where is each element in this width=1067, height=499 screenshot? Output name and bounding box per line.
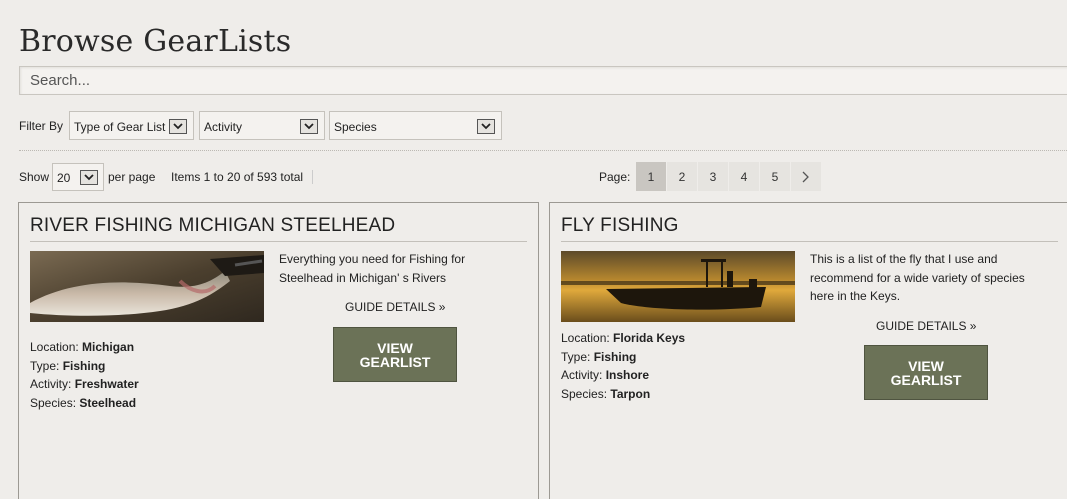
boat-sunset-photo[interactable]	[561, 251, 795, 322]
activity-value: Inshore	[605, 368, 650, 383]
species-select[interactable]: Species	[329, 111, 502, 140]
divider	[19, 150, 1067, 151]
species-value: Species	[334, 120, 377, 134]
pagination: 1 2 3 4 5	[636, 162, 822, 191]
guide-details-link[interactable]: GUIDE DETAILS »	[876, 319, 976, 333]
button-label: VIEW	[377, 340, 413, 356]
button-label: GEARLIST	[359, 354, 431, 370]
per-page-label: per page	[108, 170, 156, 184]
per-page-select[interactable]: 20	[52, 163, 104, 191]
location-label: Location:	[30, 340, 79, 354]
type-of-gear-list-value: Type of Gear List	[74, 120, 166, 134]
card-title[interactable]: RIVER FISHING MICHIGAN STEELHEAD	[30, 215, 395, 237]
location-label: Location:	[561, 331, 610, 345]
activity-value: Activity	[204, 120, 243, 134]
card-description: This is a list of the fly that I use and…	[810, 252, 1025, 303]
show-label: Show	[19, 170, 50, 184]
view-gearlist-button[interactable]: VIEW GEARLIST	[864, 345, 988, 400]
card-meta: Location: Michigan Type: Fishing Activit…	[30, 338, 139, 413]
gearlist-card: RIVER FISHING MICHIGAN STEELHEAD Everyth…	[18, 202, 539, 499]
page-3-button[interactable]: 3	[698, 162, 728, 191]
page-title: Browse GearLists	[19, 24, 292, 59]
species-value: Tarpon	[610, 387, 651, 402]
chevron-down-icon[interactable]	[80, 170, 98, 185]
activity-select[interactable]: Activity	[199, 111, 325, 140]
card-meta: Location: Florida Keys Type: Fishing Act…	[561, 329, 685, 404]
filter-label: Filter By	[19, 119, 64, 133]
type-label: Type:	[561, 349, 591, 364]
location-value: Michigan	[82, 340, 135, 354]
search-box[interactable]	[19, 66, 1067, 95]
page-label: Page:	[599, 170, 631, 184]
type-value: Fishing	[593, 349, 637, 364]
species-label: Species:	[30, 396, 77, 411]
page-5-button[interactable]: 5	[760, 162, 790, 191]
button-label: VIEW	[908, 358, 944, 374]
page-2-button[interactable]: 2	[667, 162, 697, 191]
chevron-down-icon[interactable]	[477, 119, 495, 134]
button-label: GEARLIST	[890, 372, 962, 388]
species-label: Species:	[561, 387, 608, 402]
activity-label: Activity:	[561, 368, 603, 383]
next-page-button[interactable]	[791, 162, 821, 191]
guide-details-link[interactable]: GUIDE DETAILS »	[345, 300, 445, 314]
card-title[interactable]: FLY FISHING	[561, 215, 679, 237]
activity-label: Activity:	[30, 377, 72, 392]
species-value: Steelhead	[79, 396, 137, 411]
search-input[interactable]	[20, 67, 1067, 94]
page-4-button[interactable]: 4	[729, 162, 759, 191]
page-1-button[interactable]: 1	[636, 162, 666, 191]
type-value: Fishing	[62, 358, 106, 373]
separator	[312, 170, 313, 184]
activity-value: Freshwater	[74, 377, 139, 392]
chevron-down-icon[interactable]	[300, 119, 318, 134]
gearlist-card: FLY FISHING This is a list of the fly th	[549, 202, 1067, 499]
chevron-right-icon	[802, 171, 809, 182]
chevron-down-icon[interactable]	[169, 119, 187, 134]
per-page-value: 20	[57, 171, 71, 185]
type-label: Type:	[30, 358, 60, 373]
location-value: Florida Keys	[613, 331, 686, 345]
card-description: Everything you need for Fishing for Stee…	[279, 252, 466, 285]
steelhead-photo[interactable]	[30, 251, 264, 322]
divider	[561, 241, 1058, 242]
items-summary: Items 1 to 20 of 593 total	[171, 170, 304, 184]
type-of-gear-list-select[interactable]: Type of Gear List	[69, 111, 194, 140]
view-gearlist-button[interactable]: VIEW GEARLIST	[333, 327, 457, 382]
divider	[30, 241, 527, 242]
